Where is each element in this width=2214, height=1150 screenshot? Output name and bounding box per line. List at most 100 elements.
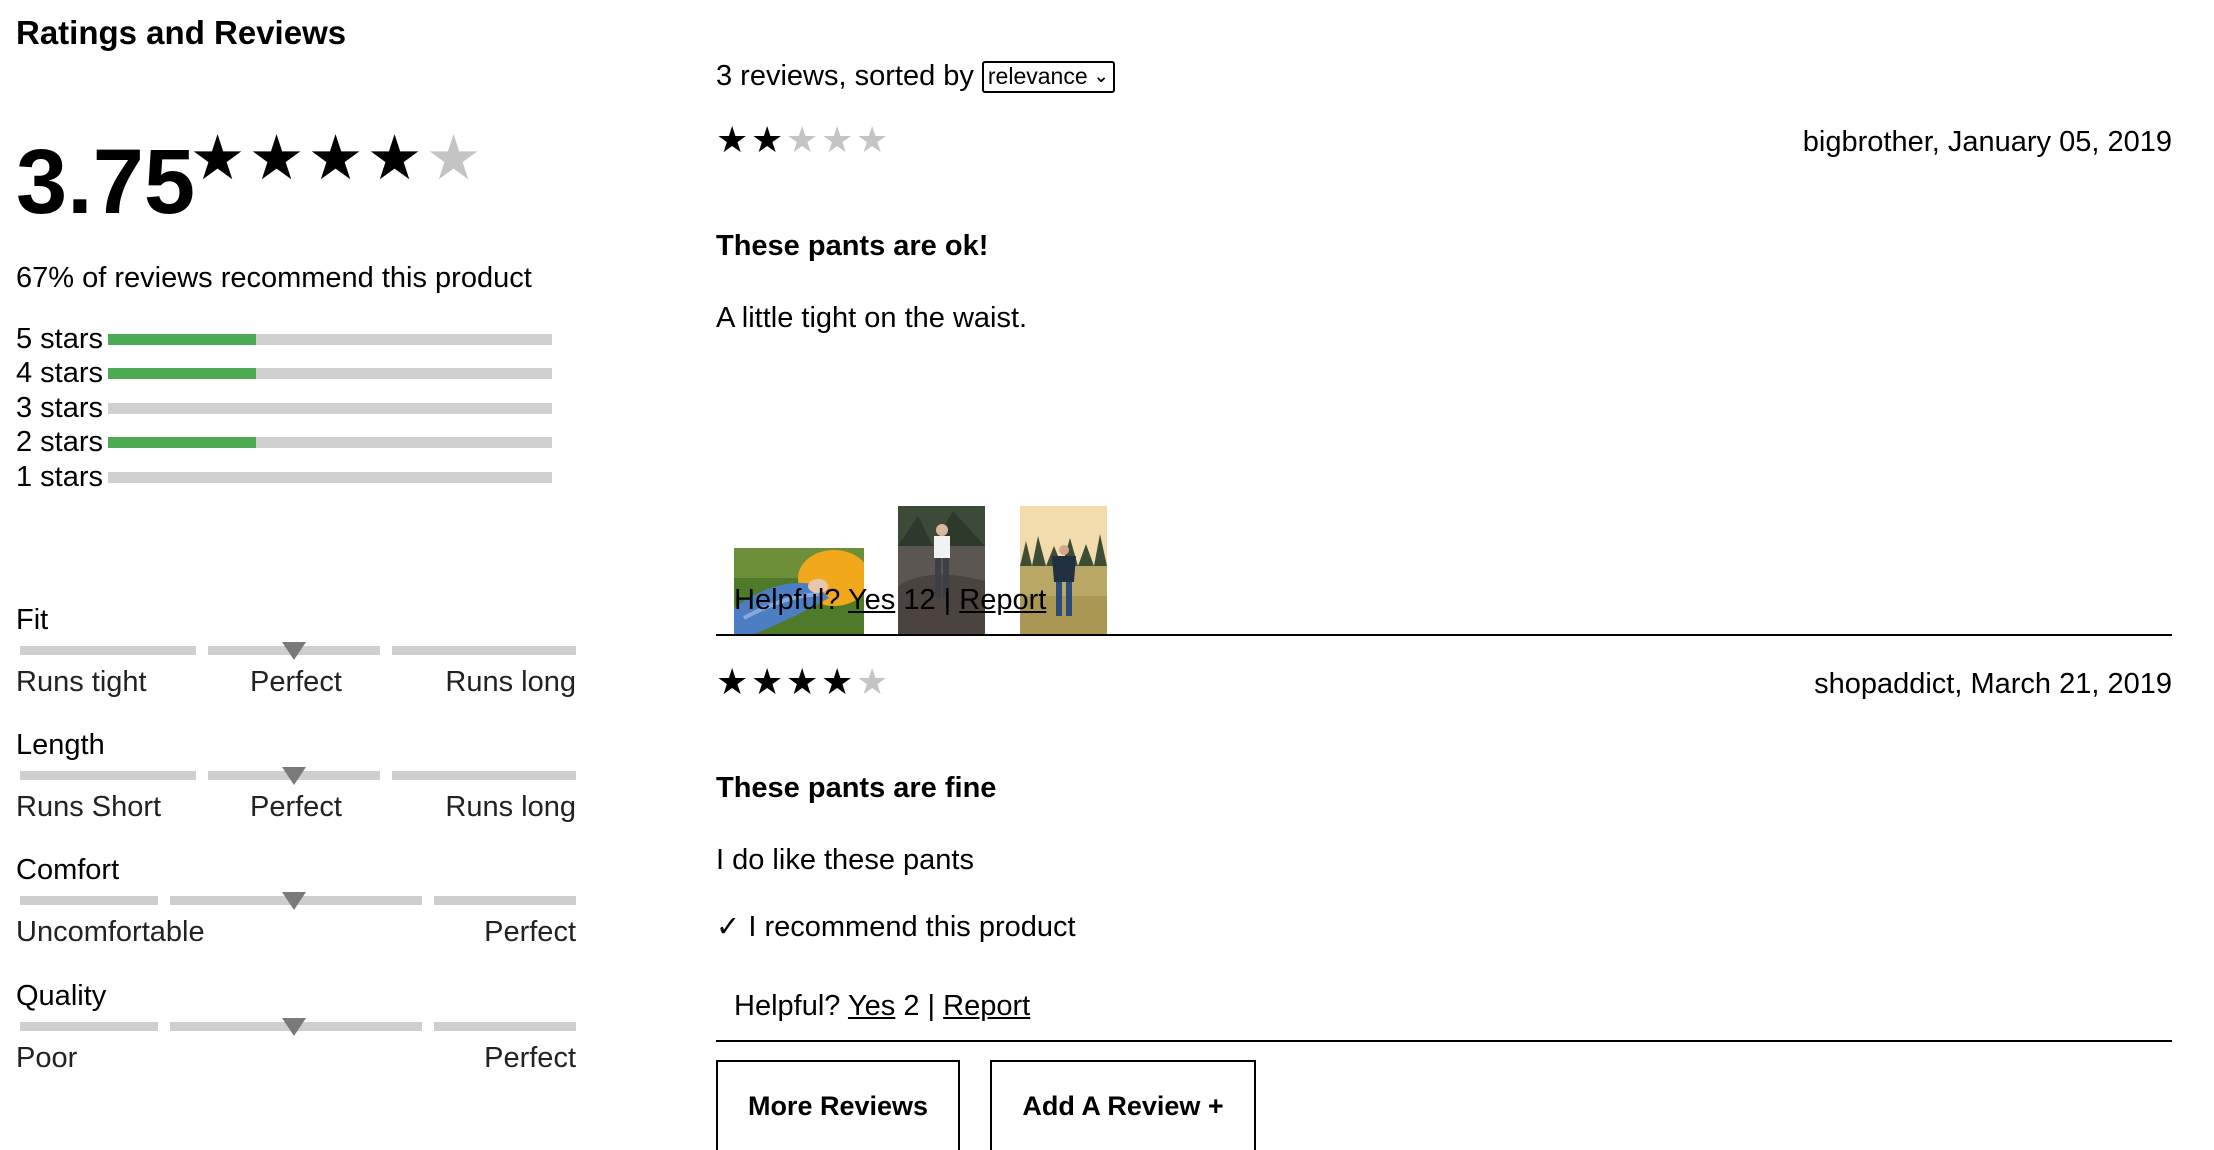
characteristic-scale (20, 892, 576, 910)
star-icon: ★ (821, 661, 854, 702)
helpful-separator: | (943, 584, 952, 616)
characteristic-scale (20, 767, 576, 785)
helpful-yes-link[interactable]: Yes (848, 584, 895, 616)
sort-bar: 3 reviews, sorted by relevance ⌄ (716, 60, 1115, 93)
rating-breakdown-label: 5 stars (16, 322, 104, 355)
rating-breakdown-fill (108, 368, 256, 380)
rating-breakdown-bar (108, 333, 552, 345)
scale-label: Perfect (484, 1042, 576, 1074)
scale-label: Runs long (445, 791, 576, 823)
rating-breakdown-row[interactable]: 2 stars (16, 426, 576, 461)
star-icon: ★ (786, 119, 819, 160)
sort-selected-value: relevance (987, 63, 1088, 89)
recommend-percentage: 67% of reviews recommend this product (16, 262, 532, 294)
review-divider (716, 1040, 2172, 1042)
average-rating: 3.75 ★ ★ ★ ★ ★ (16, 128, 536, 233)
review-divider (716, 634, 2172, 636)
section-title: Ratings and Reviews (16, 14, 347, 51)
rating-breakdown-row[interactable]: 4 stars (16, 357, 576, 392)
review-body: A little tight on the waist. (716, 302, 1028, 334)
rating-breakdown-row[interactable]: 3 stars (16, 391, 576, 426)
rating-breakdown-fill (108, 437, 256, 449)
scale-label: Perfect (250, 666, 342, 698)
scale-label: Runs Short (16, 791, 162, 823)
scale-segment (434, 1022, 576, 1031)
add-review-button[interactable]: Add A Review + (990, 1060, 1256, 1150)
review-title: These pants are ok! (716, 230, 989, 262)
rating-breakdown-label: 3 stars (16, 391, 104, 424)
characteristic-scale (20, 642, 576, 660)
star-icon: ★ (856, 119, 889, 160)
scale-label: Perfect (484, 916, 576, 948)
star-icon: ★ (856, 661, 889, 702)
scale-marker-icon (282, 767, 306, 785)
review-card: ★ ★ ★ ★ ★ shopaddict, March 21, 2019 These p… (716, 664, 2172, 1048)
rating-breakdown: 5 stars 4 stars 3 stars 2 stars 1 stars (16, 322, 576, 495)
review-author-date: shopaddict, March 21, 2019 (1814, 668, 2172, 700)
rating-breakdown-label: 4 stars (16, 357, 104, 390)
review-author-date: bigbrother, January 05, 2019 (1802, 126, 2172, 158)
characteristic-title: Comfort (16, 854, 120, 886)
star-icon: ★ (751, 119, 784, 160)
star-icon: ★ (751, 661, 784, 702)
review-title: These pants are fine (716, 772, 997, 804)
star-icon: ★ (189, 124, 246, 193)
characteristic-title: Quality (16, 980, 107, 1012)
review-recommend: ✓ I recommend this product (716, 911, 1076, 943)
rating-breakdown-bar (108, 437, 552, 449)
review-helpful: Helpful? Yes 12 | Report (734, 584, 1046, 617)
ratings-and-reviews-widget: Ratings and Reviews 3.75 ★ ★ ★ ★ ★ 67% of re… (0, 0, 2214, 1150)
rating-breakdown-row[interactable]: 1 stars (16, 460, 576, 495)
more-reviews-button[interactable]: More Reviews (716, 1060, 960, 1150)
rating-breakdown-label: 2 stars (16, 426, 104, 459)
characteristic-length: Length Runs Short Perfect Runs long (16, 729, 576, 839)
scale-marker-icon (282, 642, 306, 660)
scale-label: Perfect (250, 791, 342, 823)
scale-segment (20, 1022, 158, 1031)
scale-label: Uncomfortable (16, 916, 205, 948)
scale-label: Runs tight (16, 666, 147, 698)
rating-breakdown-bar (108, 368, 552, 380)
scale-label: Poor (16, 1042, 78, 1074)
star-icon: ★ (248, 124, 305, 193)
helpful-separator: | (927, 990, 936, 1022)
star-icon: ★ (366, 124, 423, 193)
review-count-label: 3 reviews, sorted by (716, 60, 974, 92)
characteristic-fit: Fit Runs tight Perfect Runs long (16, 604, 576, 714)
scale-marker-icon (282, 892, 306, 910)
star-icon: ★ (307, 124, 364, 193)
scale-segment (20, 646, 196, 655)
review-card: ★ ★ ★ ★ ★ bigbrother, January 05, 2019 These… (716, 122, 2172, 642)
scale-segment (392, 771, 576, 780)
scale-segment (392, 646, 576, 655)
rating-breakdown-row[interactable]: 5 stars (16, 322, 576, 357)
star-icon: ★ (716, 661, 749, 702)
chevron-down-icon: ⌄ (1093, 66, 1109, 86)
scale-segment (434, 896, 576, 905)
helpful-yes-count: 12 (903, 584, 936, 616)
review-body: I do like these pants (716, 844, 974, 876)
rating-breakdown-bar (108, 402, 552, 414)
scale-segment (20, 896, 158, 905)
report-link[interactable]: Report (959, 584, 1046, 616)
characteristic-scale (20, 1018, 576, 1036)
rating-breakdown-fill (108, 333, 256, 345)
scale-marker-icon (282, 1018, 306, 1036)
report-link[interactable]: Report (943, 990, 1030, 1022)
average-rating-value: 3.75 (16, 131, 196, 233)
rating-breakdown-bar (108, 471, 552, 483)
characteristic-quality: Quality Poor Perfect (16, 980, 576, 1090)
scale-label: Runs long (445, 666, 576, 698)
helpful-yes-link[interactable]: Yes (848, 990, 895, 1022)
sort-select[interactable]: relevance ⌄ (981, 60, 1115, 93)
helpful-label: Helpful? (734, 990, 841, 1022)
helpful-yes-count: 2 (903, 990, 920, 1022)
rating-breakdown-label: 1 stars (16, 460, 104, 493)
characteristic-title: Length (16, 729, 105, 761)
characteristic-comfort: Comfort Uncomfortable Perfect (16, 854, 576, 964)
review-rating-stars: ★ ★ ★ ★ ★ (716, 122, 891, 158)
average-rating-stars: ★ ★ ★ ★ ★ (188, 128, 483, 190)
star-icon: ★ (716, 119, 749, 160)
review-rating-stars: ★ ★ ★ ★ ★ (716, 664, 891, 700)
review-helpful: Helpful? Yes 2 | Report (734, 990, 1030, 1023)
